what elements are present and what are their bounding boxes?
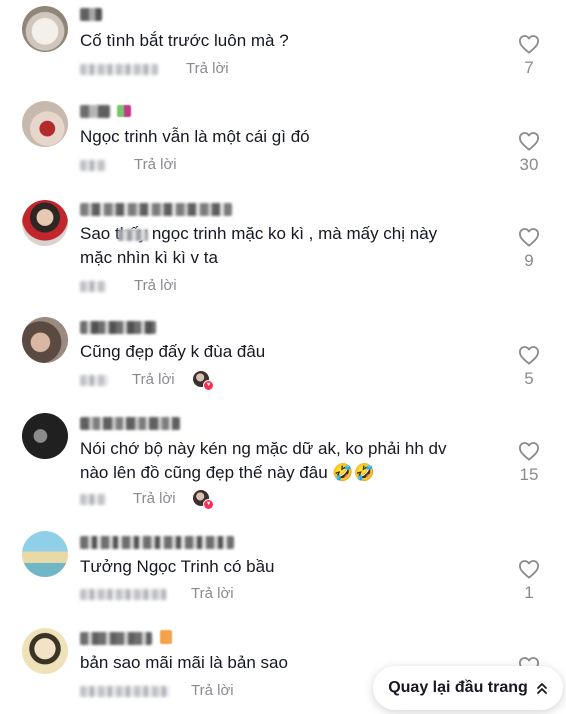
back-to-top-label: Quay lại đầu trang xyxy=(388,679,528,696)
comment-date xyxy=(80,686,170,697)
like-count: 5 xyxy=(524,369,534,388)
avatar[interactable] xyxy=(22,628,68,674)
avatar[interactable] xyxy=(22,200,68,246)
reply-button[interactable]: Trả lời xyxy=(186,60,229,77)
username[interactable] xyxy=(80,203,232,216)
heart-icon xyxy=(519,35,539,54)
back-to-top-button[interactable]: Quay lại đầu trang xyxy=(373,666,563,710)
username[interactable] xyxy=(80,321,156,334)
reply-button[interactable]: Trả lời xyxy=(133,490,176,507)
reply-button[interactable]: Trả lời xyxy=(191,682,234,699)
like-count: 9 xyxy=(524,251,534,270)
like-button[interactable]: 1 xyxy=(508,559,550,603)
username[interactable] xyxy=(80,632,152,645)
like-button[interactable]: 7 xyxy=(508,34,550,78)
avatar[interactable] xyxy=(22,101,68,147)
comment-text: Ngọc trinh vẫn là một cái gì đó xyxy=(80,127,310,146)
comment-date xyxy=(80,160,106,171)
comment-date xyxy=(80,589,166,600)
like-button[interactable]: 9 xyxy=(508,227,550,271)
avatar[interactable] xyxy=(22,531,68,577)
comment-text: Tưởng Ngọc Trinh có bầu xyxy=(80,557,275,576)
username[interactable] xyxy=(80,536,234,549)
like-count: 30 xyxy=(519,155,539,174)
like-button[interactable]: 30 xyxy=(508,131,550,175)
creator-liked-icon: ♥ xyxy=(193,490,214,510)
badge-icon xyxy=(160,630,172,644)
heart-icon xyxy=(519,228,539,247)
username[interactable] xyxy=(80,417,180,430)
avatar[interactable] xyxy=(22,6,68,52)
reply-button[interactable]: Trả lời xyxy=(134,156,177,173)
comment-date xyxy=(80,281,106,292)
heart-icon xyxy=(519,442,539,461)
reply-button[interactable]: Trả lời xyxy=(134,277,177,294)
avatar[interactable] xyxy=(22,413,68,459)
like-count: 7 xyxy=(524,58,534,77)
heart-icon xyxy=(519,346,539,365)
reply-button[interactable]: Trả lời xyxy=(191,585,234,602)
comment-text: Nói chớ bộ này kén ng mặc dữ ak, ko phải… xyxy=(80,439,447,482)
like-button[interactable]: 15 xyxy=(508,441,550,485)
comment-date xyxy=(80,64,158,75)
comment-text: Cũng đẹp đấy k đùa đâu xyxy=(80,342,266,361)
like-count: 1 xyxy=(524,583,534,602)
comment-date xyxy=(80,375,108,386)
username[interactable] xyxy=(80,105,110,118)
badge-icon xyxy=(117,105,131,117)
like-button[interactable]: 5 xyxy=(508,345,550,389)
username[interactable] xyxy=(80,8,102,21)
heart-icon xyxy=(519,560,539,579)
blurred-word xyxy=(118,229,148,241)
comment-date xyxy=(80,494,106,505)
comment-text: Cố tình bắt trước luôn mà ? xyxy=(80,31,289,50)
reply-button[interactable]: Trả lời xyxy=(132,371,175,388)
like-count: 15 xyxy=(519,465,539,484)
heart-icon xyxy=(519,132,539,151)
creator-liked-icon: ♥ xyxy=(193,371,214,391)
double-chevron-up-icon xyxy=(536,683,547,694)
avatar[interactable] xyxy=(22,317,68,363)
